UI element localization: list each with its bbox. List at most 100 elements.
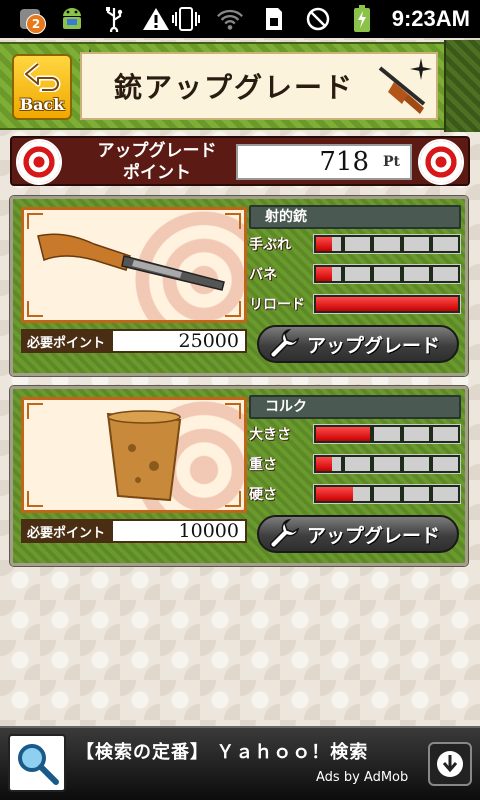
required-points-row: 必要ポイント 10000 xyxy=(21,519,247,543)
back-button[interactable]: Back xyxy=(12,54,72,120)
stat-bar-segment xyxy=(374,457,400,471)
stat-bar xyxy=(313,454,461,474)
frame-corner xyxy=(225,213,241,229)
ad-source: Ads by AdMob xyxy=(316,770,409,785)
download-button[interactable] xyxy=(428,742,472,786)
stat-bar-segment xyxy=(432,457,459,471)
frame-corner xyxy=(225,301,241,317)
warning-icon xyxy=(142,5,170,33)
stat-bar-fill xyxy=(316,267,333,281)
clock: 9:23AM xyxy=(391,6,470,31)
stat-bar-segment xyxy=(432,237,459,251)
upgrade-button-label: アップグレード xyxy=(307,334,441,357)
stat-bar-fill xyxy=(316,237,333,251)
stat-bar-segment xyxy=(374,267,400,281)
vibrate-icon xyxy=(171,5,200,33)
sim-icon xyxy=(260,5,288,33)
stat-bar-segment xyxy=(345,267,371,281)
required-points-value: 10000 xyxy=(111,519,247,543)
ad-banner[interactable]: 【検索の定番】 Ｙａｈｏｏ！検索 Ads by AdMob xyxy=(0,726,480,800)
wrench-icon xyxy=(269,518,299,549)
required-points-label: 必要ポイント xyxy=(21,519,111,543)
no-signal-icon xyxy=(304,5,332,33)
rifle-image xyxy=(37,233,225,291)
battery-charging-icon xyxy=(348,5,376,33)
stat-bar-segment xyxy=(403,237,429,251)
item-image-frame xyxy=(21,207,247,323)
stat-bar xyxy=(313,484,461,504)
stat-label: バネ xyxy=(249,267,277,283)
stat-bar-segment xyxy=(374,487,400,501)
points-display: 718 Pt xyxy=(236,144,412,180)
stat-label: 手ぶれ xyxy=(249,237,291,253)
stat-bar-fill xyxy=(316,427,371,441)
stat-label: 硬さ xyxy=(249,487,277,503)
stat-bar xyxy=(313,294,461,314)
stat-bar xyxy=(313,234,461,254)
stat-bar-segment xyxy=(403,457,429,471)
status-bar: 2 9:23AM xyxy=(0,0,480,38)
download-icon xyxy=(437,751,463,777)
item-name: 射的銃 xyxy=(249,205,461,229)
stat-row: 手ぶれ xyxy=(249,229,461,259)
stat-label: 重さ xyxy=(249,457,277,473)
stat-row: 硬さ xyxy=(249,479,461,509)
title-banner: Back 銃アップグレード xyxy=(0,40,480,132)
required-points-value: 25000 xyxy=(111,329,247,353)
stat-bar-segment xyxy=(403,267,429,281)
stat-row: 重さ xyxy=(249,449,461,479)
points-value: 718 xyxy=(319,147,369,177)
back-arrow-icon xyxy=(24,62,61,92)
stat-bar-segment xyxy=(432,267,459,281)
stat-row: 大きさ xyxy=(249,419,461,449)
stat-bar-segment xyxy=(403,487,429,501)
page-title: 銃アップグレード xyxy=(113,71,354,104)
stats-panel: 射的銃 手ぶれ バネ リロード xyxy=(249,205,461,319)
required-points-label: 必要ポイント xyxy=(21,329,111,353)
points-label-line1: アップグレード xyxy=(97,141,217,161)
stat-label: リロード xyxy=(249,297,305,313)
stat-bar-fill xyxy=(316,457,333,471)
item-name: コルク xyxy=(249,395,461,419)
stat-bar-segment xyxy=(345,237,371,251)
stat-bar xyxy=(313,264,461,284)
stat-bar-segment xyxy=(374,427,400,441)
title-panel: 銃アップグレード xyxy=(80,52,438,120)
target-icon xyxy=(16,139,62,185)
points-label: アップグレード ポイント xyxy=(72,140,242,184)
usb-icon xyxy=(100,5,128,33)
back-label: Back xyxy=(19,95,65,114)
required-points-row: 必要ポイント 25000 xyxy=(21,329,247,353)
frame-corner xyxy=(27,491,43,507)
frame-corner xyxy=(27,213,43,229)
wrench-icon xyxy=(269,328,299,359)
ad-title: 【検索の定番】 Ｙａｈｏｏ！検索 xyxy=(76,742,369,763)
stat-bar-fill xyxy=(316,297,458,311)
cork-image xyxy=(106,410,182,502)
notification-count-badge: 2 xyxy=(26,14,46,34)
upgrade-button[interactable]: アップグレード xyxy=(257,515,459,553)
stat-bar-segment xyxy=(374,237,400,251)
upgrade-button-label: アップグレード xyxy=(307,524,441,547)
stat-row: バネ xyxy=(249,259,461,289)
target-icon xyxy=(418,139,464,185)
stats-panel: コルク 大きさ 重さ 硬さ xyxy=(249,395,461,509)
shuriken-icon xyxy=(410,58,432,80)
points-label-line2: ポイント xyxy=(123,163,191,183)
upgrade-button[interactable]: アップグレード xyxy=(257,325,459,363)
frame-corner xyxy=(27,301,43,317)
stat-bar-segment xyxy=(432,487,459,501)
search-icon xyxy=(8,734,66,792)
upgrade-card-gun: 射的銃 手ぶれ バネ リロード 必要ポイント 25000 アップグレード xyxy=(10,196,468,376)
stat-label: 大きさ xyxy=(249,427,291,443)
points-unit: Pt xyxy=(383,154,400,170)
frame-corner xyxy=(225,403,241,419)
stat-row: リロード xyxy=(249,289,461,319)
upgrade-card-cork: コルク 大きさ 重さ 硬さ 必要ポイント 10000 アップグレード xyxy=(10,386,468,566)
stat-bar-fill xyxy=(316,487,353,501)
stat-bar-segment xyxy=(432,427,459,441)
android-icon xyxy=(58,5,86,33)
stat-bar-segment xyxy=(403,427,429,441)
stat-bar xyxy=(313,424,461,444)
frame-corner xyxy=(27,403,43,419)
